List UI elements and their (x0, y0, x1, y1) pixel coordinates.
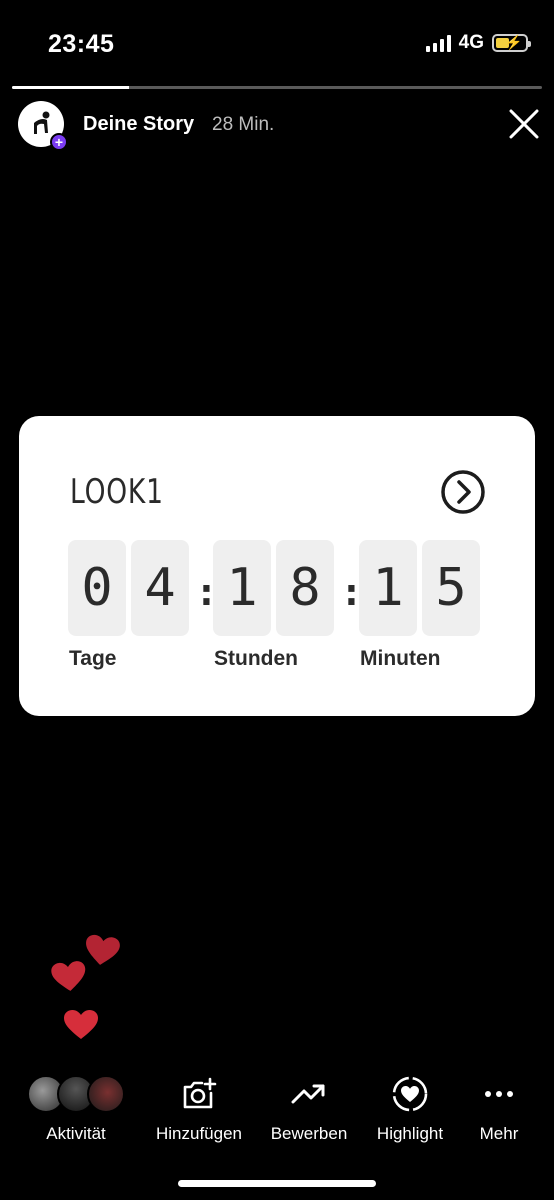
signal-icon (425, 34, 451, 52)
story-title[interactable]: Deine Story (83, 113, 194, 136)
countdown-digit-hours-ones: 8 (276, 540, 334, 636)
viewer-avatars (27, 1070, 125, 1118)
status-indicators: 4G ⚡ (425, 32, 531, 54)
highlight-heart-icon (392, 1076, 428, 1112)
countdown-unit-days: Tage (69, 647, 117, 670)
add-story-plus-icon[interactable]: + (50, 133, 68, 151)
promote-button[interactable]: Bewerben (266, 1070, 352, 1144)
activity-label: Aktivität (46, 1124, 106, 1143)
countdown-digit-days-ones: 4 (131, 540, 189, 636)
status-time: 23:45 (48, 30, 115, 58)
countdown-digit-minutes-tens: 1 (359, 540, 417, 636)
viewer-avatar (87, 1075, 125, 1113)
avatar-figure-icon (34, 111, 50, 134)
story-elapsed-time: 28 Min. (212, 114, 275, 135)
close-icon[interactable] (508, 108, 540, 140)
add-button[interactable]: Hinzufügen (150, 1070, 248, 1144)
heart-icon (64, 1010, 98, 1039)
countdown-digit-days-tens: 0 (68, 540, 126, 636)
more-label: Mehr (479, 1124, 519, 1143)
trend-up-icon (291, 1084, 325, 1104)
home-indicator[interactable] (178, 1180, 376, 1187)
more-button[interactable]: Mehr (474, 1070, 524, 1144)
heart-icon (86, 934, 120, 965)
countdown-unit-hours: Stunden (214, 647, 298, 670)
countdown-unit-minutes: Minuten (360, 647, 441, 670)
network-type: 4G (458, 32, 484, 53)
story-progress-bar (12, 86, 542, 89)
countdown-title: LOOK1 (70, 472, 164, 512)
heart-icon (51, 961, 86, 991)
battery-icon: ⚡ (492, 34, 531, 52)
countdown-digit-minutes-ones: 5 (422, 540, 480, 636)
add-label: Hinzufügen (155, 1124, 242, 1143)
more-dots-icon (485, 1091, 513, 1097)
highlight-button[interactable]: Highlight (370, 1070, 450, 1144)
countdown-digit-hours-tens: 1 (213, 540, 271, 636)
highlight-label: Highlight (376, 1124, 444, 1143)
camera-plus-icon (183, 1077, 217, 1109)
activity-button[interactable]: Aktivität (24, 1070, 128, 1144)
promote-label: Bewerben (270, 1124, 348, 1143)
countdown-sticker[interactable]: LOOK1 0 4 : 1 8 : 1 5 Tage Stunden Minut… (19, 416, 535, 716)
arrow-circle-icon[interactable] (440, 469, 486, 515)
